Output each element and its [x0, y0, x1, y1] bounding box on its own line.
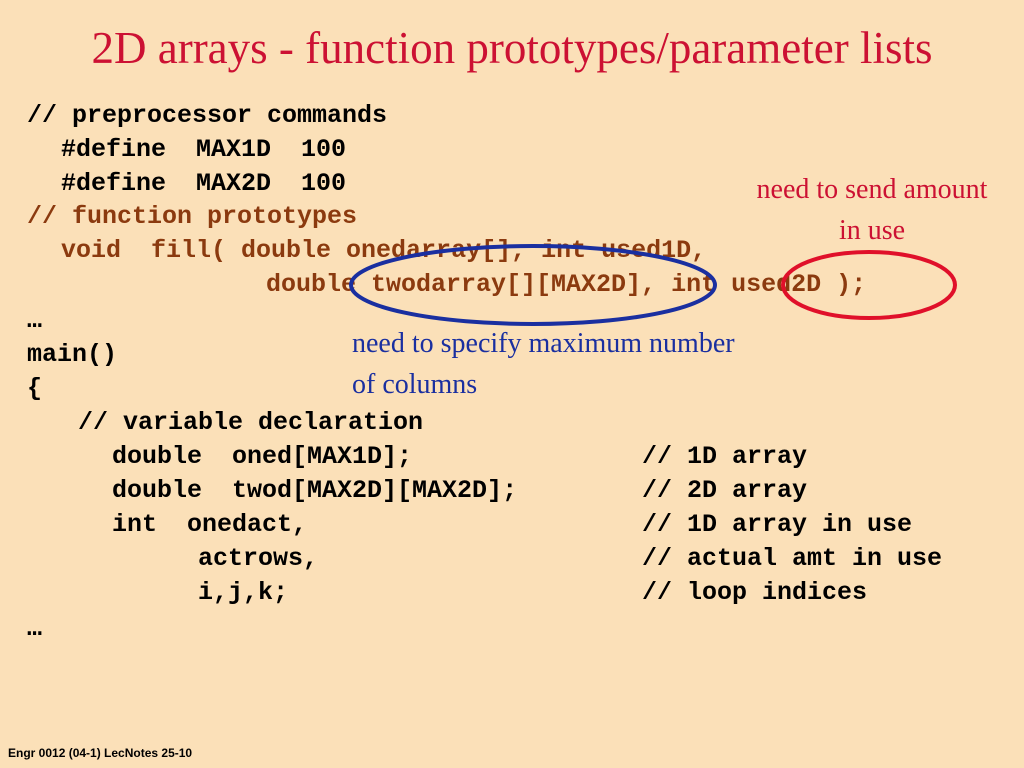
highlight-overlay [349, 244, 957, 326]
slide-footer: Engr 0012 (04-1) LecNotes 25-10 [8, 746, 193, 760]
blue-highlight-ellipse [349, 244, 717, 326]
red-highlight-ellipse [781, 250, 957, 320]
